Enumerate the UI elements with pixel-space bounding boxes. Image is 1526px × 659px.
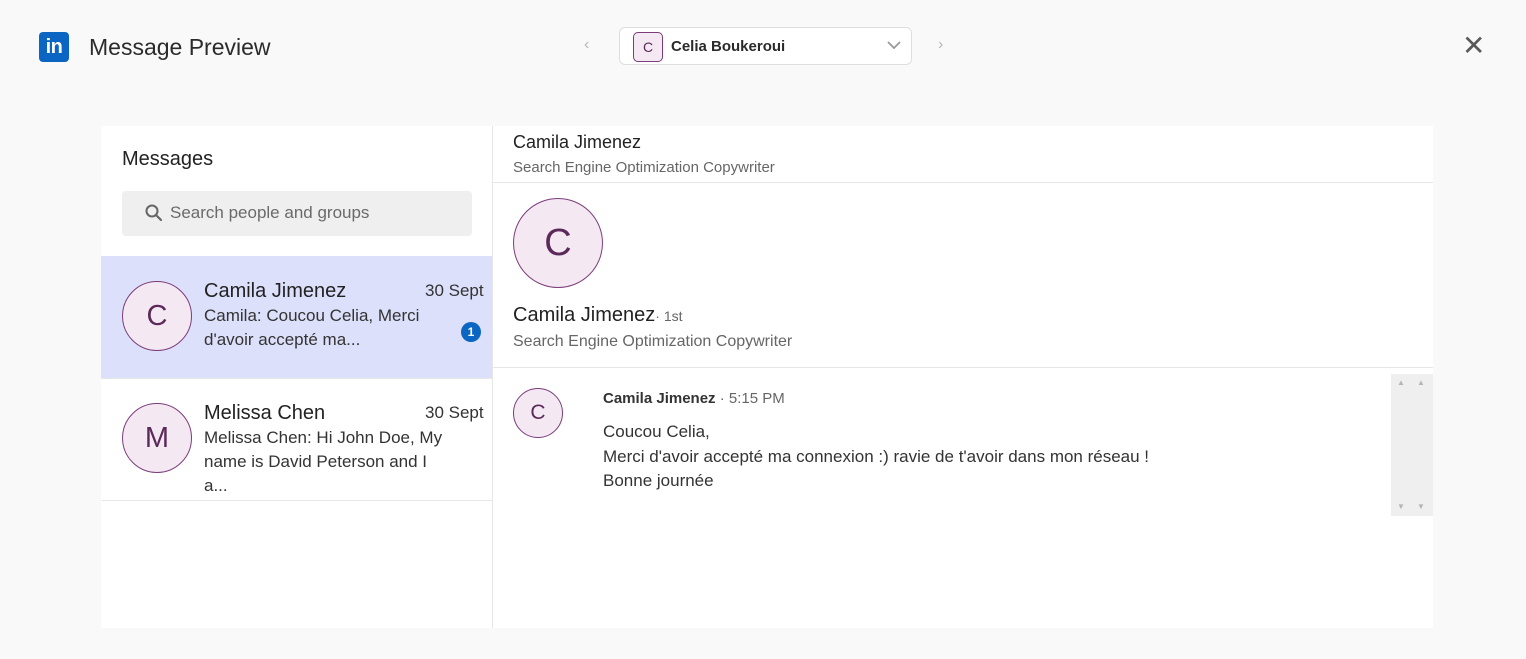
message-line: Coucou Celia, [603,422,710,441]
chevron-right-icon[interactable]: › [938,36,943,54]
profile-name-text: Camila Jimenez [513,304,656,326]
scroll-up-icon[interactable]: ▲ [1397,378,1405,387]
conversation-pane: Camila Jimenez Search Engine Optimizatio… [493,126,1433,628]
preview-line: Camila: Coucou Celia, Merci [204,306,420,325]
message-avatar[interactable]: C [513,388,563,438]
message-header: Camila Jimenez · 5:15 PM [603,390,785,407]
conversation-name: Melissa Chen [204,402,326,424]
messages-heading: Messages [122,148,214,170]
conversation-name: Camila Jimenez [204,280,347,302]
linkedin-logo-icon: in [39,32,69,62]
close-icon[interactable]: ✕ [1462,31,1485,61]
messages-panel: Messages C Camila Jimenez 30 Sept Camila… [101,126,1433,628]
account-selector[interactable]: C Celia Boukeroui [619,27,912,65]
preview-line: d'avoir accepté ma... [204,330,361,349]
scroll-down-icon[interactable]: ▼ [1417,502,1425,511]
search-icon [145,204,163,222]
profile-avatar[interactable]: C [513,198,603,288]
profile-headline: Search Engine Optimization Copywriter [513,333,793,350]
divider [493,367,1433,368]
preview-line: Melissa Chen: Hi John Doe, My [204,428,443,447]
profile-name[interactable]: Camila Jimenez· 1st [513,304,683,327]
scroll-up-icon[interactable]: ▲ [1417,378,1425,387]
avatar: M [122,403,192,473]
message-body: Coucou Celia, Merci d'avoir accepté ma c… [603,420,1149,494]
account-avatar: C [633,32,663,62]
conversation-header-name[interactable]: Camila Jimenez [513,132,641,153]
conversation-item-camila-jimenez[interactable]: C Camila Jimenez 30 Sept Camila: Coucou … [101,256,492,379]
conversation-preview: Melissa Chen: Hi John Doe, My name is Da… [204,426,449,498]
message-line: Merci d'avoir accepté ma connexion :) ra… [603,446,1150,466]
chevron-down-icon [887,41,901,50]
search-input[interactable] [170,202,460,224]
avatar: C [122,281,192,351]
chevron-left-icon[interactable]: ‹ [584,36,589,54]
message-line: Bonne journée [603,471,714,490]
conversation-date: 30 Sept [425,281,484,300]
conversation-list-pane: Messages C Camila Jimenez 30 Sept Camila… [101,126,493,628]
unread-badge: 1 [461,322,481,342]
message-time: · 5:15 PM [715,390,785,407]
page-title: Message Preview [89,34,271,60]
preview-line: name is David Peterson and I a... [204,452,428,495]
search-box[interactable] [122,191,472,236]
account-name: Celia Boukeroui [671,38,786,55]
message-sender: Camila Jimenez [603,390,716,407]
conversation-date: 30 Sept [425,403,484,422]
connection-degree: · 1st [655,308,683,324]
conversation-item-melissa-chen[interactable]: M Melissa Chen 30 Sept Melissa Chen: Hi … [101,378,492,501]
conversation-preview: Camila: Coucou Celia, Merci d'avoir acce… [204,304,449,352]
conversation-header-title: Search Engine Optimization Copywriter [513,159,775,176]
scroll-down-icon[interactable]: ▼ [1397,502,1405,511]
divider [493,182,1433,183]
top-bar: in Message Preview ‹ C Celia Boukeroui ›… [0,0,1526,96]
message-scrollbar[interactable]: ▲ ▲ ▼ ▼ [1391,374,1433,516]
